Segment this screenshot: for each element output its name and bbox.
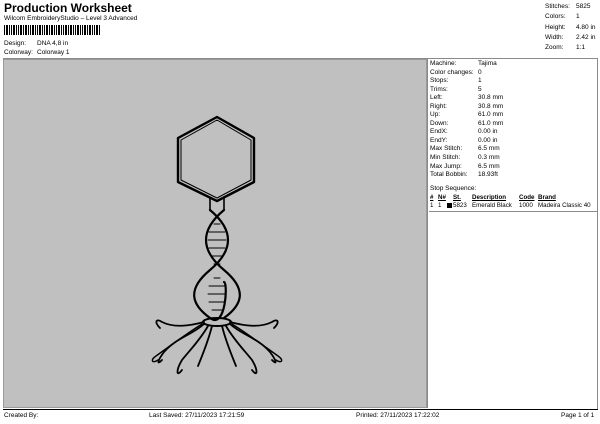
col-code: Code (519, 194, 535, 201)
panel-divider (427, 59, 428, 408)
col-description: Description (472, 194, 507, 201)
summary-colors: Colors: 1 (545, 13, 580, 21)
prop-trims: Trims: 5 (430, 85, 482, 93)
design-value: DNA 4,8 in (37, 40, 69, 47)
colorway-label: Colorway: (4, 49, 33, 56)
prop-endx: EndX: 0.00 in (430, 128, 498, 136)
summary-width: Width: 2.42 in (545, 33, 596, 41)
summary-stitches: Stitches: 5825 (545, 3, 591, 10)
prop-min-stitch: Min Stitch: 0.3 mm (430, 154, 500, 162)
prop-machine: Machine: Tajima (430, 60, 497, 67)
stop-sequence-table: # N# St. Description Code Brand 1 1 5823… (429, 194, 597, 210)
design-preview (3, 59, 427, 408)
footer-created-by: Created By: (4, 412, 39, 419)
prop-endy: EndY: 0.00 in (430, 136, 498, 144)
barcode-icon (4, 25, 101, 35)
col-num: # (430, 194, 434, 201)
footer-last-saved: Last Saved: 27/11/2023 17:21:59 (149, 412, 245, 419)
col-n: N# (438, 194, 446, 201)
properties-panel: Machine: Tajima Color changes: 0 Stops: 1 T… (430, 60, 596, 180)
table-row: 1 1 5823 Emerald Black 1000 Madeira Clas… (430, 202, 591, 209)
table-header: # N# St. Description Code Brand (429, 194, 597, 202)
color-swatch-icon (447, 202, 452, 208)
summary-height: Height: 4.80 in (545, 23, 596, 31)
colorway-value: Colorway 1 (37, 49, 70, 56)
prop-right: Right: 30.8 mm (430, 102, 504, 110)
summary-zoom: Zoom: 1:1 (545, 44, 586, 52)
stop-sequence-title: Stop Sequence: (430, 185, 477, 192)
page-title: Production Worksheet (4, 1, 132, 15)
summary-panel: Stitches: 5825 Colors: 1 Height: 4.80 in Wi… (545, 2, 599, 53)
prop-left: Left: 30.8 mm (430, 94, 504, 102)
footer-printed: Printed: 27/11/2023 17:22:02 (356, 412, 440, 419)
design-label: Design: (4, 40, 27, 47)
design-row: Design: DNA 4,8 in (4, 40, 68, 48)
frame-right-border (597, 58, 598, 409)
prop-max-stitch: Max Stitch: 6.5 mm (430, 145, 500, 153)
prop-total-bobbin: Total Bobbin: 18.93ft (430, 171, 498, 179)
prop-up: Up: 61.0 mm (430, 111, 504, 119)
dna-phage-design-image (151, 115, 283, 375)
prop-color-changes: Color changes: 0 (430, 68, 482, 76)
software-subtitle: Wilcom EmbroideryStudio – Level 3 Advanc… (4, 15, 138, 22)
colorway-row: Colorway: Colorway 1 (4, 49, 70, 57)
prop-max-jump: Max Jump: 6.5 mm (430, 162, 500, 170)
footer-divider (3, 409, 598, 410)
prop-stops: Stops: 1 (430, 77, 482, 85)
table-divider (429, 211, 597, 212)
footer-page: Page 1 of 1 (561, 412, 595, 419)
prop-down: Down: 61.0 mm (430, 119, 504, 127)
col-brand: Brand (538, 194, 556, 201)
col-st: St. (453, 194, 461, 201)
